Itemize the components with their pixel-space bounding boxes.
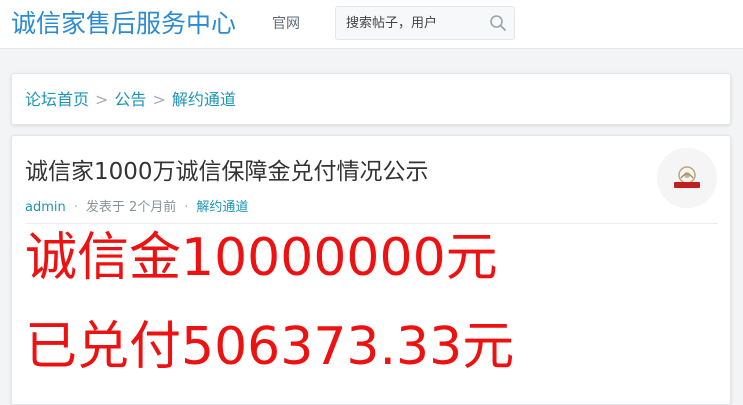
search-icon[interactable] xyxy=(489,14,507,32)
guarantee-amount-text: 诚信金10000000元 xyxy=(25,228,498,288)
breadcrumb-card: 论坛首页 > 公告 > 解约通道 xyxy=(11,73,731,125)
post-title: 诚信家1000万诚信保障金兑付情况公示 xyxy=(25,159,429,185)
search-box xyxy=(335,6,515,40)
post-meta: admin · 发表于 2个月前 · 解约通道 xyxy=(25,199,248,217)
paid-amount-text: 已兑付506373.33元 xyxy=(25,317,515,377)
post-author-link[interactable]: admin xyxy=(25,200,66,215)
breadcrumb-forum-home[interactable]: 论坛首页 xyxy=(25,90,89,109)
meta-separator: · xyxy=(184,200,189,215)
post-time: 发表于 2个月前 xyxy=(85,200,177,215)
breadcrumb: 论坛首页 > 公告 > 解约通道 xyxy=(25,89,236,111)
official-site-link[interactable]: 官网 xyxy=(272,14,300,34)
breadcrumb-separator: > xyxy=(95,90,109,109)
site-title[interactable]: 诚信家售后服务中心 xyxy=(11,8,236,40)
breadcrumb-announcements[interactable]: 公告 xyxy=(114,90,146,109)
author-avatar[interactable] xyxy=(657,148,717,208)
breadcrumb-separator: > xyxy=(152,90,166,109)
avatar-logo xyxy=(657,148,717,208)
breadcrumb-termination-channel[interactable]: 解约通道 xyxy=(172,90,236,109)
search-input[interactable] xyxy=(336,7,496,39)
post-divider xyxy=(25,223,718,224)
meta-separator: · xyxy=(73,200,78,215)
post-category-link[interactable]: 解约通道 xyxy=(196,200,248,215)
top-navbar: 诚信家售后服务中心 官网 xyxy=(0,0,743,49)
post-card: 诚信家1000万诚信保障金兑付情况公示 admin · 发表于 2个月前 · 解约通道 … xyxy=(11,135,731,405)
